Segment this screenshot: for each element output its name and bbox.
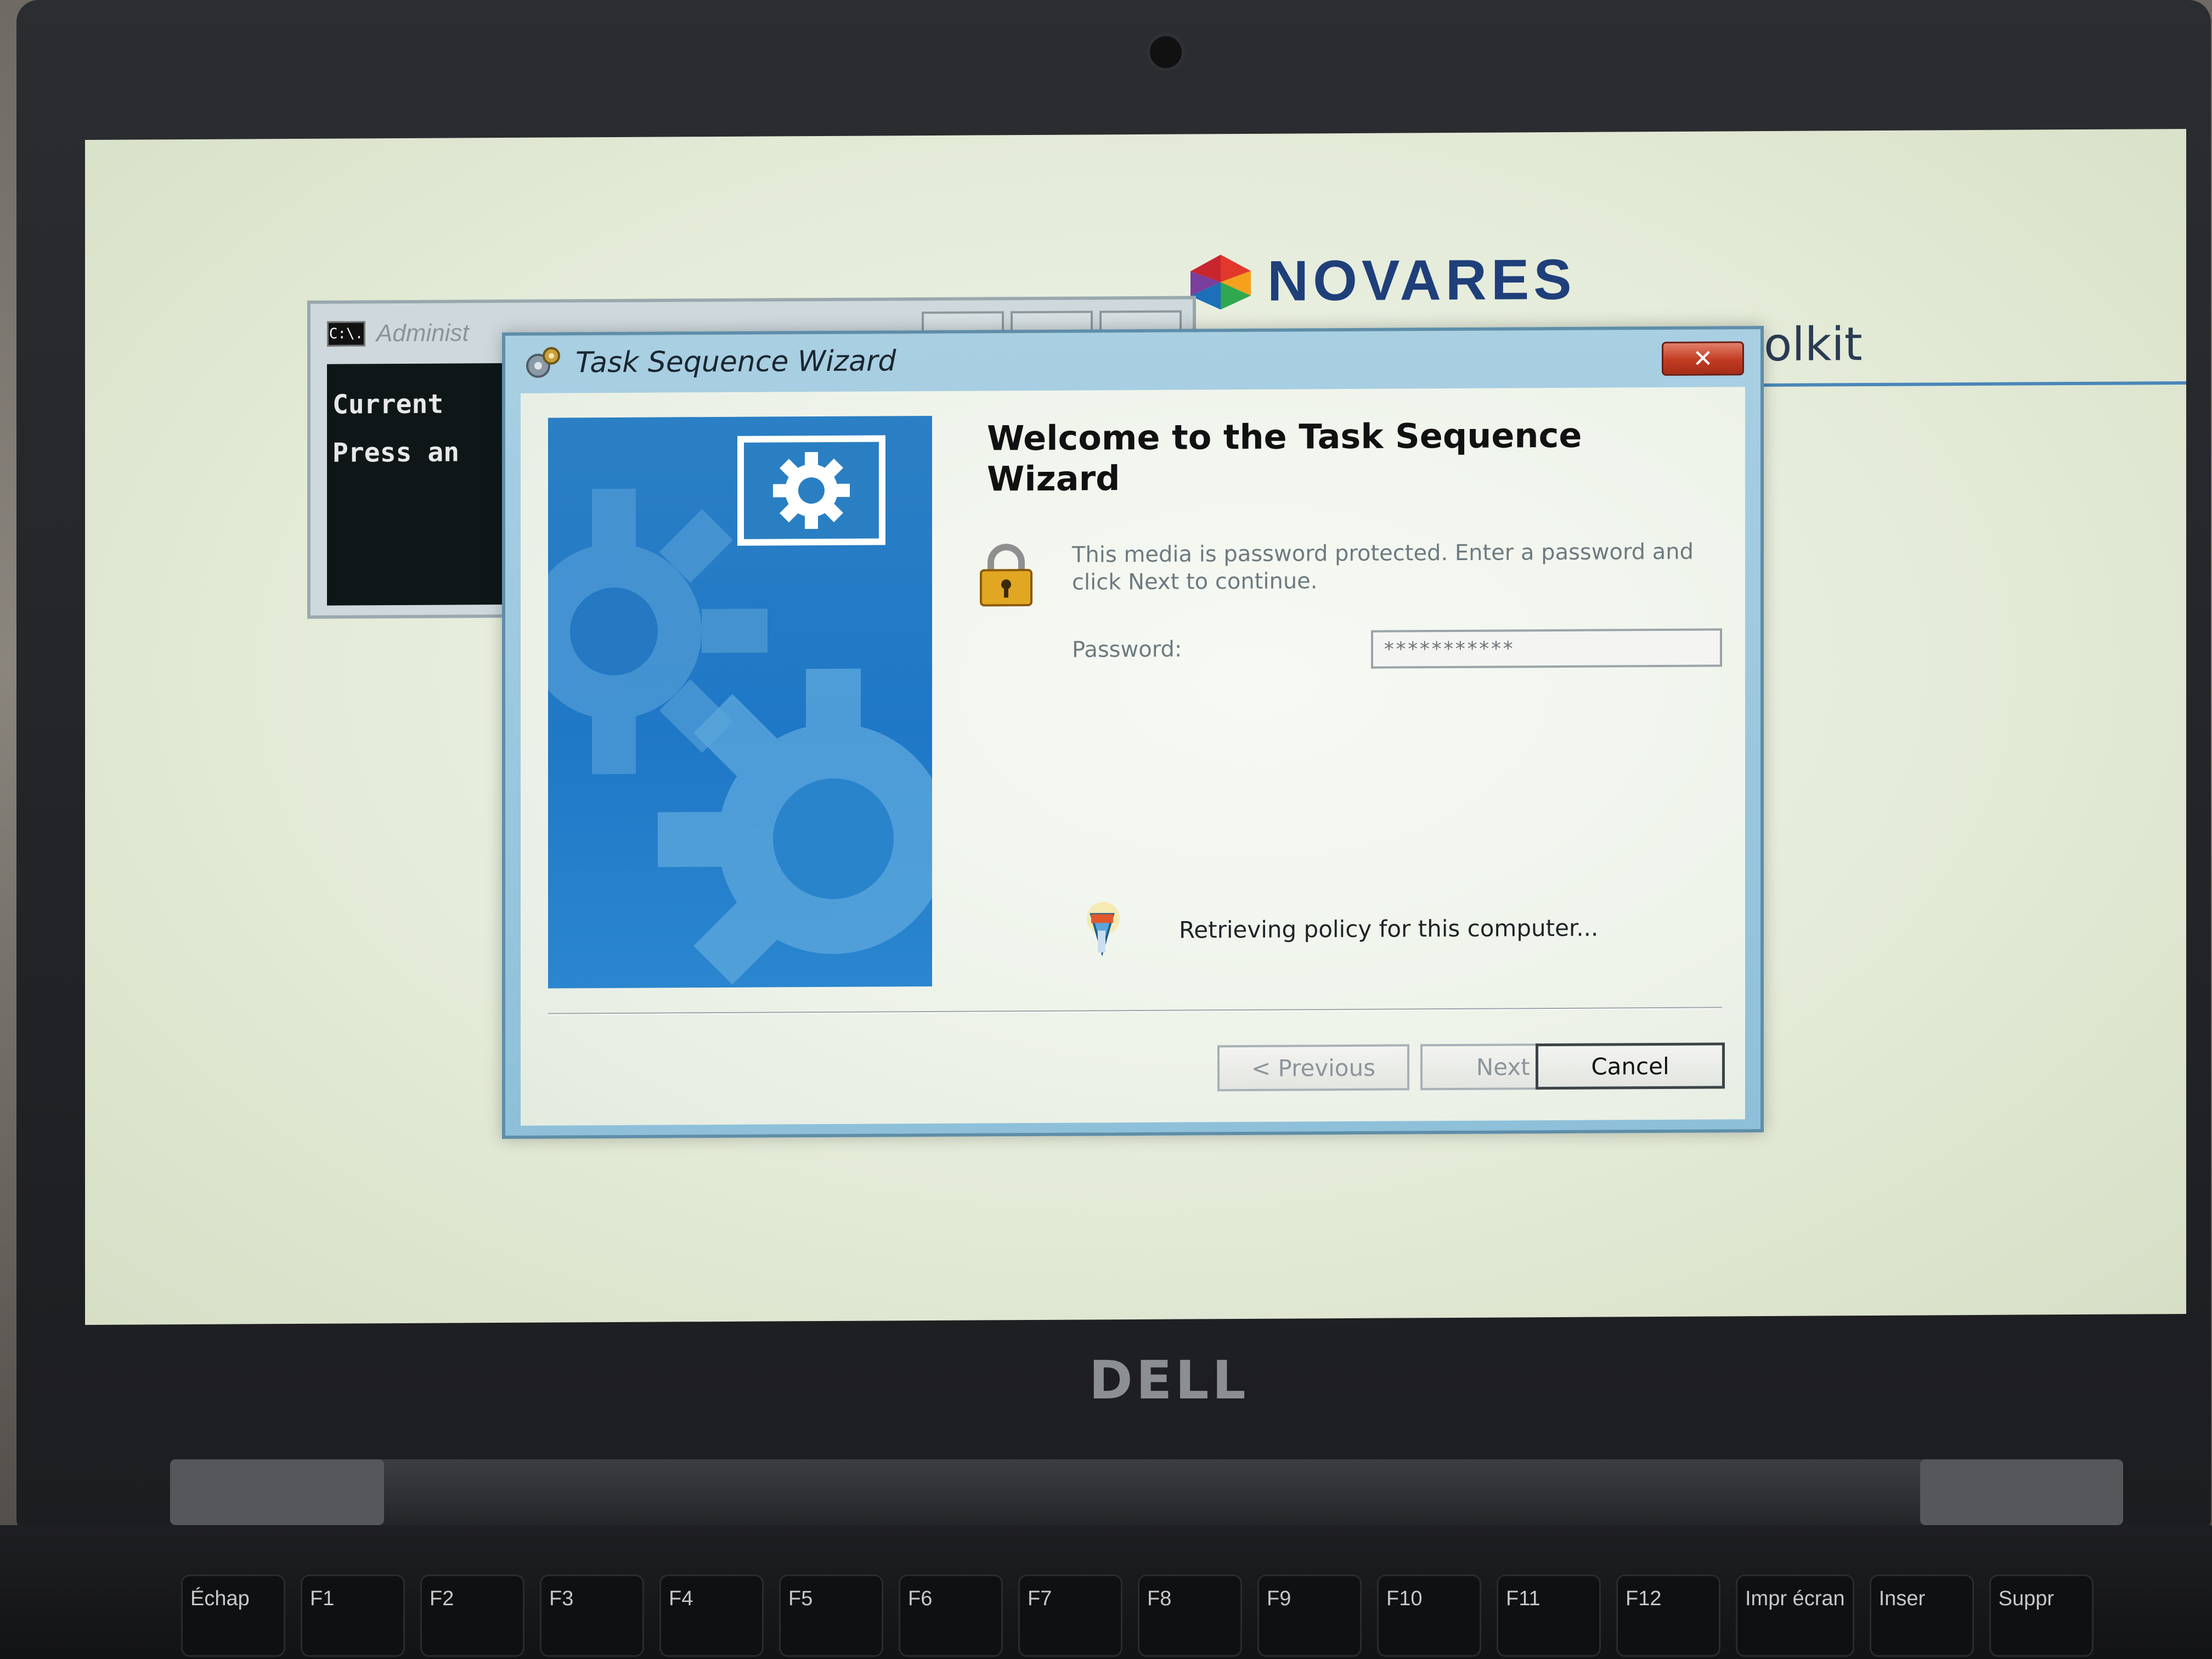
key-f6[interactable]: F6 [899, 1575, 1003, 1657]
key-f9[interactable]: F9 [1257, 1575, 1362, 1657]
password-field[interactable] [1371, 628, 1722, 669]
password-label: Password: [1072, 636, 1182, 663]
wizard-side-banner [548, 415, 932, 989]
dell-logo: DELL [1089, 1350, 1249, 1411]
console-title: Administ [376, 319, 469, 347]
welcome-heading: Welcome to the Task Sequence Wizard [987, 415, 1582, 499]
hinge-left [170, 1459, 384, 1525]
key-f4[interactable]: F4 [659, 1575, 764, 1657]
key-f12[interactable]: F12 [1616, 1575, 1720, 1657]
key-f1[interactable]: F1 [301, 1575, 405, 1657]
wizard-titlebar[interactable]: Task Sequence Wizard ✕ [505, 329, 1760, 391]
logo-text: NOVARES [1267, 247, 1576, 313]
footer-divider [548, 1007, 1722, 1015]
key-f3[interactable]: F3 [540, 1575, 644, 1657]
novares-logo: NOVARES [1185, 247, 1576, 315]
password-info-text: This media is password protected. Enter … [1072, 539, 1694, 595]
hinge-right [1920, 1459, 2123, 1525]
key-f5[interactable]: F5 [779, 1575, 883, 1657]
webcam [1147, 33, 1185, 71]
console-icon: C:\. [327, 321, 365, 347]
task-sequence-wizard-dialog[interactable]: Task Sequence Wizard ✕ Welcome to the Ta… [502, 326, 1764, 1139]
key-f11[interactable]: F11 [1497, 1575, 1601, 1657]
key-f10[interactable]: F10 [1377, 1575, 1481, 1657]
key-print-screen[interactable]: Impr écran [1736, 1575, 1854, 1657]
laptop-hinge [170, 1459, 2123, 1525]
key-f7[interactable]: F7 [1018, 1575, 1122, 1657]
wizard-title: Task Sequence Wizard [575, 345, 896, 380]
function-key-row: Échap F1 F2 F3 F4 F5 F6 F7 F8 F9 F10 F11… [181, 1575, 2094, 1657]
status-text: Retrieving policy for this computer... [1179, 914, 1599, 944]
close-button[interactable]: ✕ [1662, 341, 1744, 376]
key-delete[interactable]: Suppr [1989, 1575, 2094, 1657]
key-f8[interactable]: F8 [1138, 1575, 1242, 1657]
policy-retrieval-icon [1087, 902, 1120, 957]
background-title: olkit [1764, 317, 1863, 372]
previous-button[interactable]: < Previous [1217, 1044, 1409, 1092]
cancel-button[interactable]: Cancel [1536, 1042, 1725, 1090]
task-sequence-app-icon [526, 347, 560, 378]
settings-gear-icon [737, 435, 885, 546]
lock-icon [980, 544, 1032, 607]
key-insert[interactable]: Inser [1869, 1575, 1974, 1657]
wizard-content: Welcome to the Task Sequence Wizard This… [521, 387, 1745, 1126]
console-titlebar[interactable]: C:\. Administ [327, 319, 469, 347]
screen: NOVARES olkit C:\. Administ Current Pres… [85, 128, 2186, 1325]
key-escape[interactable]: Échap [181, 1575, 285, 1657]
key-f2[interactable]: F2 [420, 1575, 524, 1657]
